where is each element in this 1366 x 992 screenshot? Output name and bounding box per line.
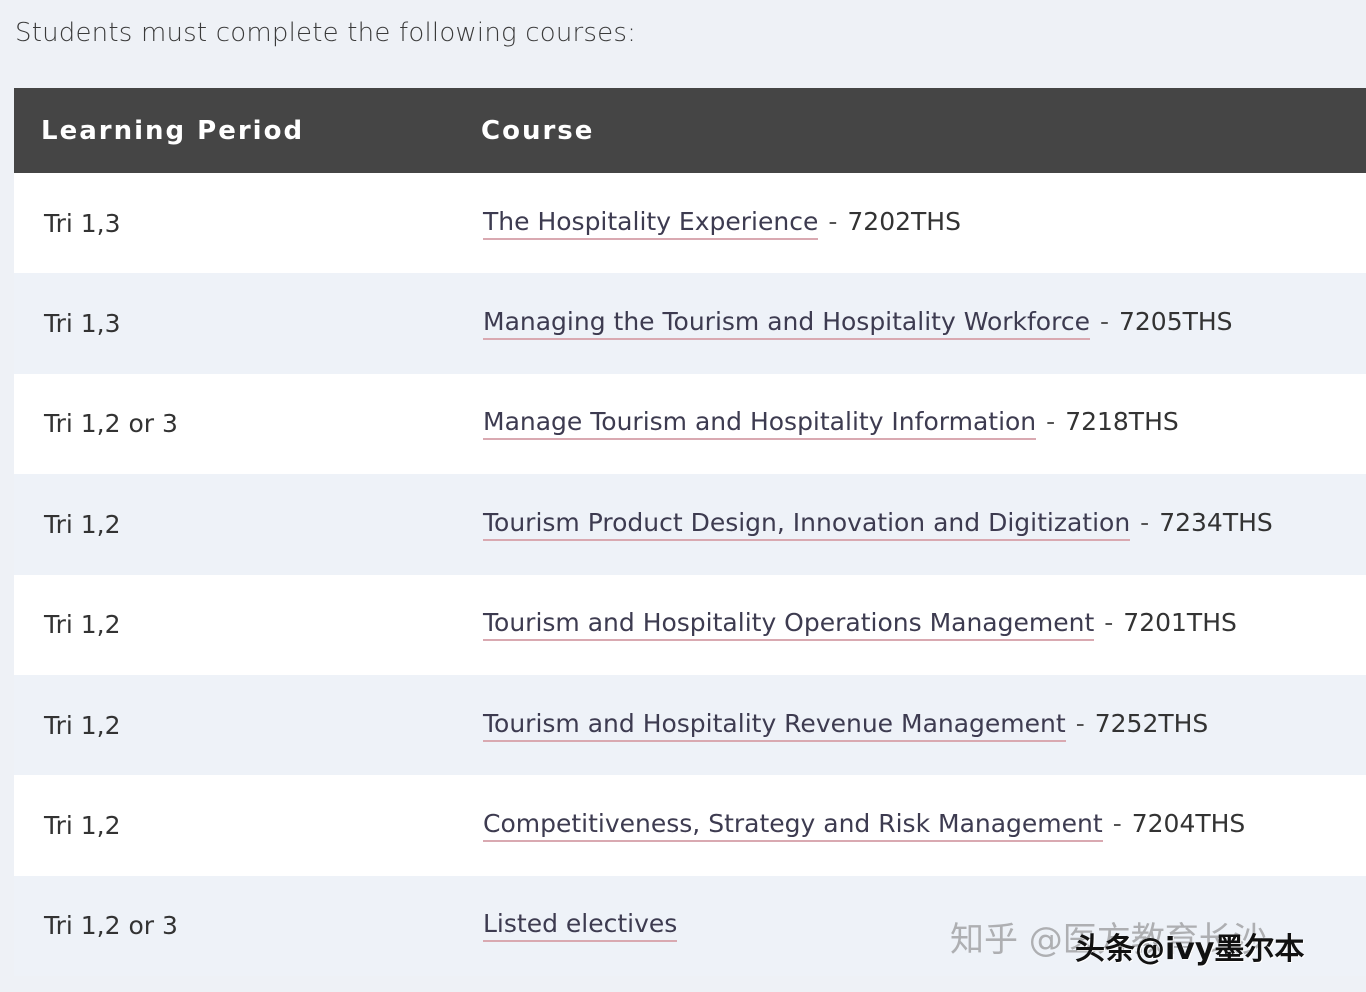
table-row: Tri 1,2 Tourism and Hospitality Revenue … [14,674,1366,776]
course-cell: Competitiveness, Strategy and Risk Manag… [454,809,1246,843]
separator: - [1104,608,1114,638]
period-cell: Tri 1,3 [44,309,121,339]
course-cell: Tourism and Hospitality Revenue Manageme… [454,709,1208,742]
course-link[interactable]: Managing the Tourism and Hospitality Wor… [483,307,1090,341]
intro-text: Students must complete the following cou… [15,18,637,48]
period-cell: Tri 1,2 or 3 [44,409,178,439]
course-code: 7205THS [1118,307,1233,337]
course-cell: Manage Tourism and Hospitality Informati… [454,407,1179,441]
course-link[interactable]: Listed electives [483,909,678,943]
period-cell: Tri 1,2 [44,509,121,539]
course-link[interactable]: Tourism Product Design, Innovation and D… [483,508,1131,541]
period-cell: Tri 1,2 or 3 [44,911,178,941]
period-cell: Tri 1,3 [44,208,121,238]
course-code: 7202THS [847,206,961,236]
period-cell: Tri 1,2 [44,811,121,841]
course-cell: Tourism Product Design, Innovation and D… [454,508,1273,541]
period-cell: Tri 1,2 [44,710,121,740]
course-link[interactable]: Tourism and Hospitality Revenue Manageme… [483,709,1066,742]
courses-table: Learning Period Course Tri 1,3 The Hospi… [14,88,1366,977]
course-link[interactable]: Tourism and Hospitality Operations Manag… [483,608,1095,642]
course-code: 7234THS [1159,507,1273,537]
course-cell: The Hospitality Experience - 7202THS [454,207,961,240]
course-link[interactable]: The Hospitality Experience [483,207,819,240]
period-cell: Tri 1,2 [44,610,121,640]
course-code: 7218THS [1065,407,1179,437]
separator: - [1112,809,1122,839]
table-row: Tri 1,2 or 3 Manage Tourism and Hospital… [14,373,1366,475]
header-learning-period: Learning Period [41,115,305,146]
table-body: Tri 1,3 The Hospitality Experience - 720… [14,173,1366,977]
toutiao-watermark: 头条@ivy墨尔本 [1075,932,1305,967]
separator: - [1099,307,1109,337]
separator: - [1075,708,1085,738]
course-link[interactable]: Competitiveness, Strategy and Risk Manag… [483,809,1103,843]
table-header: Learning Period Course [14,88,1366,173]
table-row: Tri 1,2 Tourism Product Design, Innovati… [14,474,1366,575]
course-cell: Listed electives [454,909,697,943]
table-row: Tri 1,2 Tourism and Hospitality Operatio… [14,574,1366,675]
separator: - [828,206,838,236]
course-cell: Managing the Tourism and Hospitality Wor… [454,307,1233,341]
header-course: Course [481,115,595,146]
course-code: 7252THS [1094,708,1209,738]
separator: - [1140,507,1150,537]
separator: - [1046,407,1056,437]
course-code: 7204THS [1131,809,1246,839]
course-code: 7201THS [1123,608,1237,638]
table-row: Tri 1,3 The Hospitality Experience - 720… [14,173,1366,274]
table-row: Tri 1,3 Managing the Tourism and Hospita… [14,273,1366,374]
course-link[interactable]: Manage Tourism and Hospitality Informati… [483,407,1037,441]
course-cell: Tourism and Hospitality Operations Manag… [454,608,1237,642]
table-row: Tri 1,2 Competitiveness, Strategy and Ri… [14,775,1366,876]
